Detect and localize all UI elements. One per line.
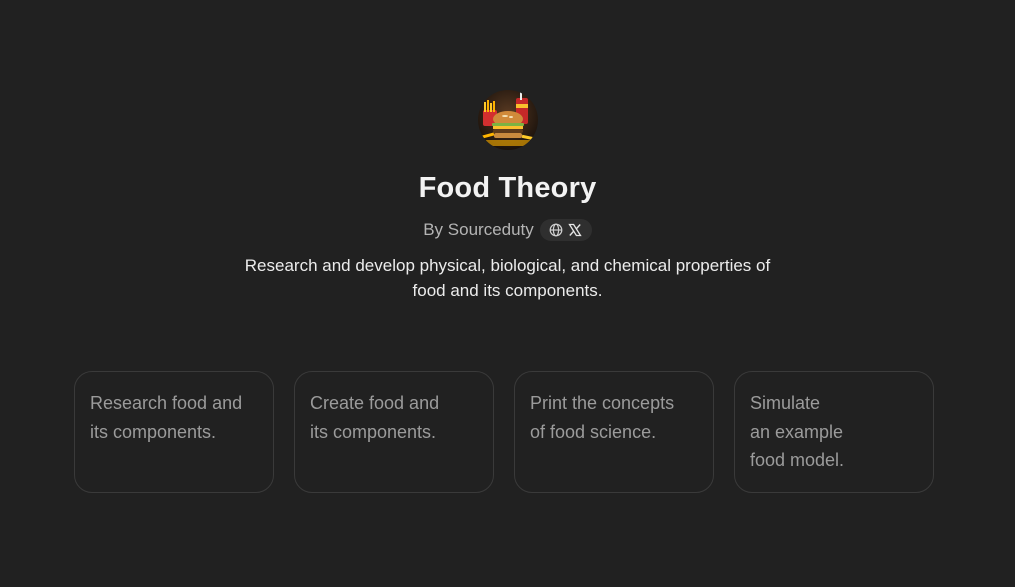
gpt-description: Research and develop physical, biologica… <box>244 256 771 300</box>
starter-line: food model. <box>750 450 845 470</box>
starter-card-research[interactable]: Research food and its components. <box>74 371 274 493</box>
globe-icon[interactable] <box>549 223 564 238</box>
x-logo-icon[interactable] <box>568 223 583 238</box>
starter-card-create[interactable]: Create food and its components. <box>294 371 494 493</box>
starter-line: its components. <box>90 421 217 442</box>
social-links <box>539 219 592 241</box>
starter-line: an example <box>750 421 844 442</box>
gpt-title: Food Theory <box>418 172 597 204</box>
starter-line: Print the concepts <box>530 393 675 413</box>
gpt-avatar <box>477 90 538 150</box>
starter-line: of food science. <box>530 421 657 442</box>
gpt-header: Food Theory By Sourceduty Research and d… <box>0 90 1015 303</box>
starter-card-simulate[interactable]: Simulate an example food model. <box>734 371 934 493</box>
author-byline: By Sourceduty <box>423 218 592 242</box>
starter-line: Create food and <box>310 393 440 413</box>
starter-card-print[interactable]: Print the concepts of food science. <box>514 371 714 493</box>
starter-line: its components. <box>310 421 437 442</box>
conversation-starters: Research food and its components. Create… <box>74 371 934 493</box>
author-name: By Sourceduty <box>423 220 534 239</box>
burger-fries-soda-image <box>477 90 538 150</box>
starter-line: Research food and <box>90 393 243 413</box>
gpt-landing-page: Food Theory By Sourceduty Research and d… <box>0 0 1015 587</box>
starter-line: Simulate <box>750 393 821 413</box>
